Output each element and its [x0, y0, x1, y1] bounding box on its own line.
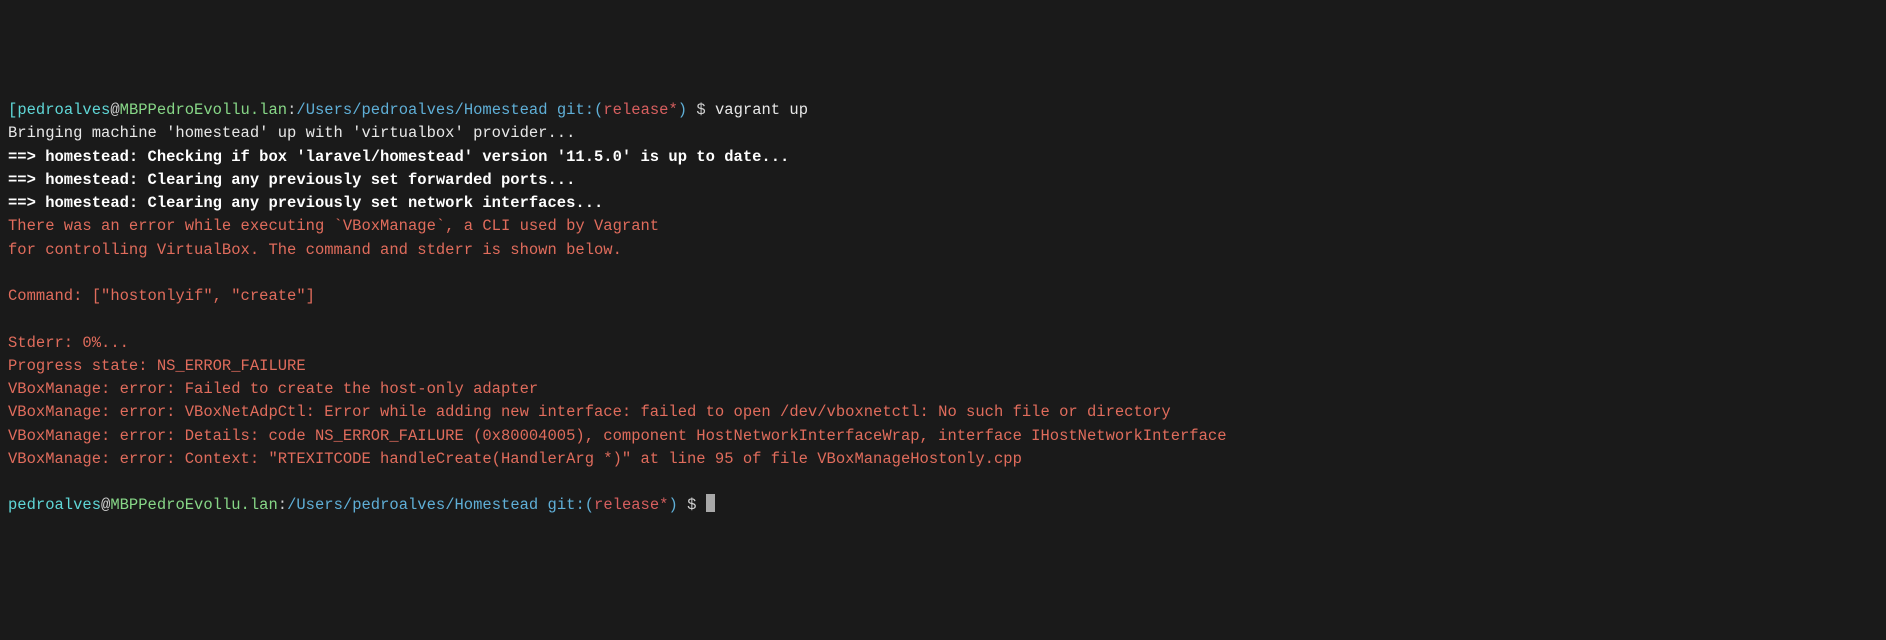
git-branch: release*	[594, 496, 668, 514]
error-line: VBoxManage: error: Failed to create the …	[8, 378, 1878, 401]
output-line-bold: ==> homestead: Checking if box 'laravel/…	[8, 146, 1878, 169]
prompt-path: /Users/pedroalves/Homestead	[296, 101, 547, 119]
at-symbol: @	[110, 101, 119, 119]
blank-line	[8, 471, 1878, 494]
prompt-path: /Users/pedroalves/Homestead	[287, 496, 538, 514]
error-line: Stderr: 0%...	[8, 332, 1878, 355]
command-input: vagrant up	[715, 101, 808, 119]
prompt-dollar: $	[678, 496, 706, 514]
error-line: for controlling VirtualBox. The command …	[8, 239, 1878, 262]
git-label: git:(	[548, 101, 604, 119]
error-line: VBoxManage: error: VBoxNetAdpCtl: Error …	[8, 401, 1878, 424]
prompt-line-1: [pedroalves@MBPPedroEvollu.lan:/Users/pe…	[8, 99, 1878, 122]
prompt-user: pedroalves	[8, 496, 101, 514]
git-close: )	[678, 101, 687, 119]
prompt-line-2: pedroalves@MBPPedroEvollu.lan:/Users/ped…	[8, 494, 1878, 517]
output-line-bold: ==> homestead: Clearing any previously s…	[8, 192, 1878, 215]
bracket-open: [	[8, 101, 17, 119]
blank-line	[8, 262, 1878, 285]
output-line-bold: ==> homestead: Clearing any previously s…	[8, 169, 1878, 192]
cursor-icon[interactable]	[706, 494, 715, 512]
git-branch: release*	[603, 101, 677, 119]
colon: :	[287, 101, 296, 119]
blank-line	[8, 308, 1878, 331]
git-close: )	[668, 496, 677, 514]
git-label: git:(	[538, 496, 594, 514]
error-line: VBoxManage: error: Context: "RTEXITCODE …	[8, 448, 1878, 471]
prompt-host: MBPPedroEvollu.lan	[110, 496, 277, 514]
colon: :	[278, 496, 287, 514]
error-line: Progress state: NS_ERROR_FAILURE	[8, 355, 1878, 378]
error-line: There was an error while executing `VBox…	[8, 215, 1878, 238]
prompt-dollar: $	[687, 101, 715, 119]
prompt-user: pedroalves	[17, 101, 110, 119]
prompt-host: MBPPedroEvollu.lan	[120, 101, 287, 119]
output-line: Bringing machine 'homestead' up with 'vi…	[8, 122, 1878, 145]
terminal-output[interactable]: [pedroalves@MBPPedroEvollu.lan:/Users/pe…	[8, 99, 1878, 518]
error-line: Command: ["hostonlyif", "create"]	[8, 285, 1878, 308]
at-symbol: @	[101, 496, 110, 514]
error-line: VBoxManage: error: Details: code NS_ERRO…	[8, 425, 1878, 448]
